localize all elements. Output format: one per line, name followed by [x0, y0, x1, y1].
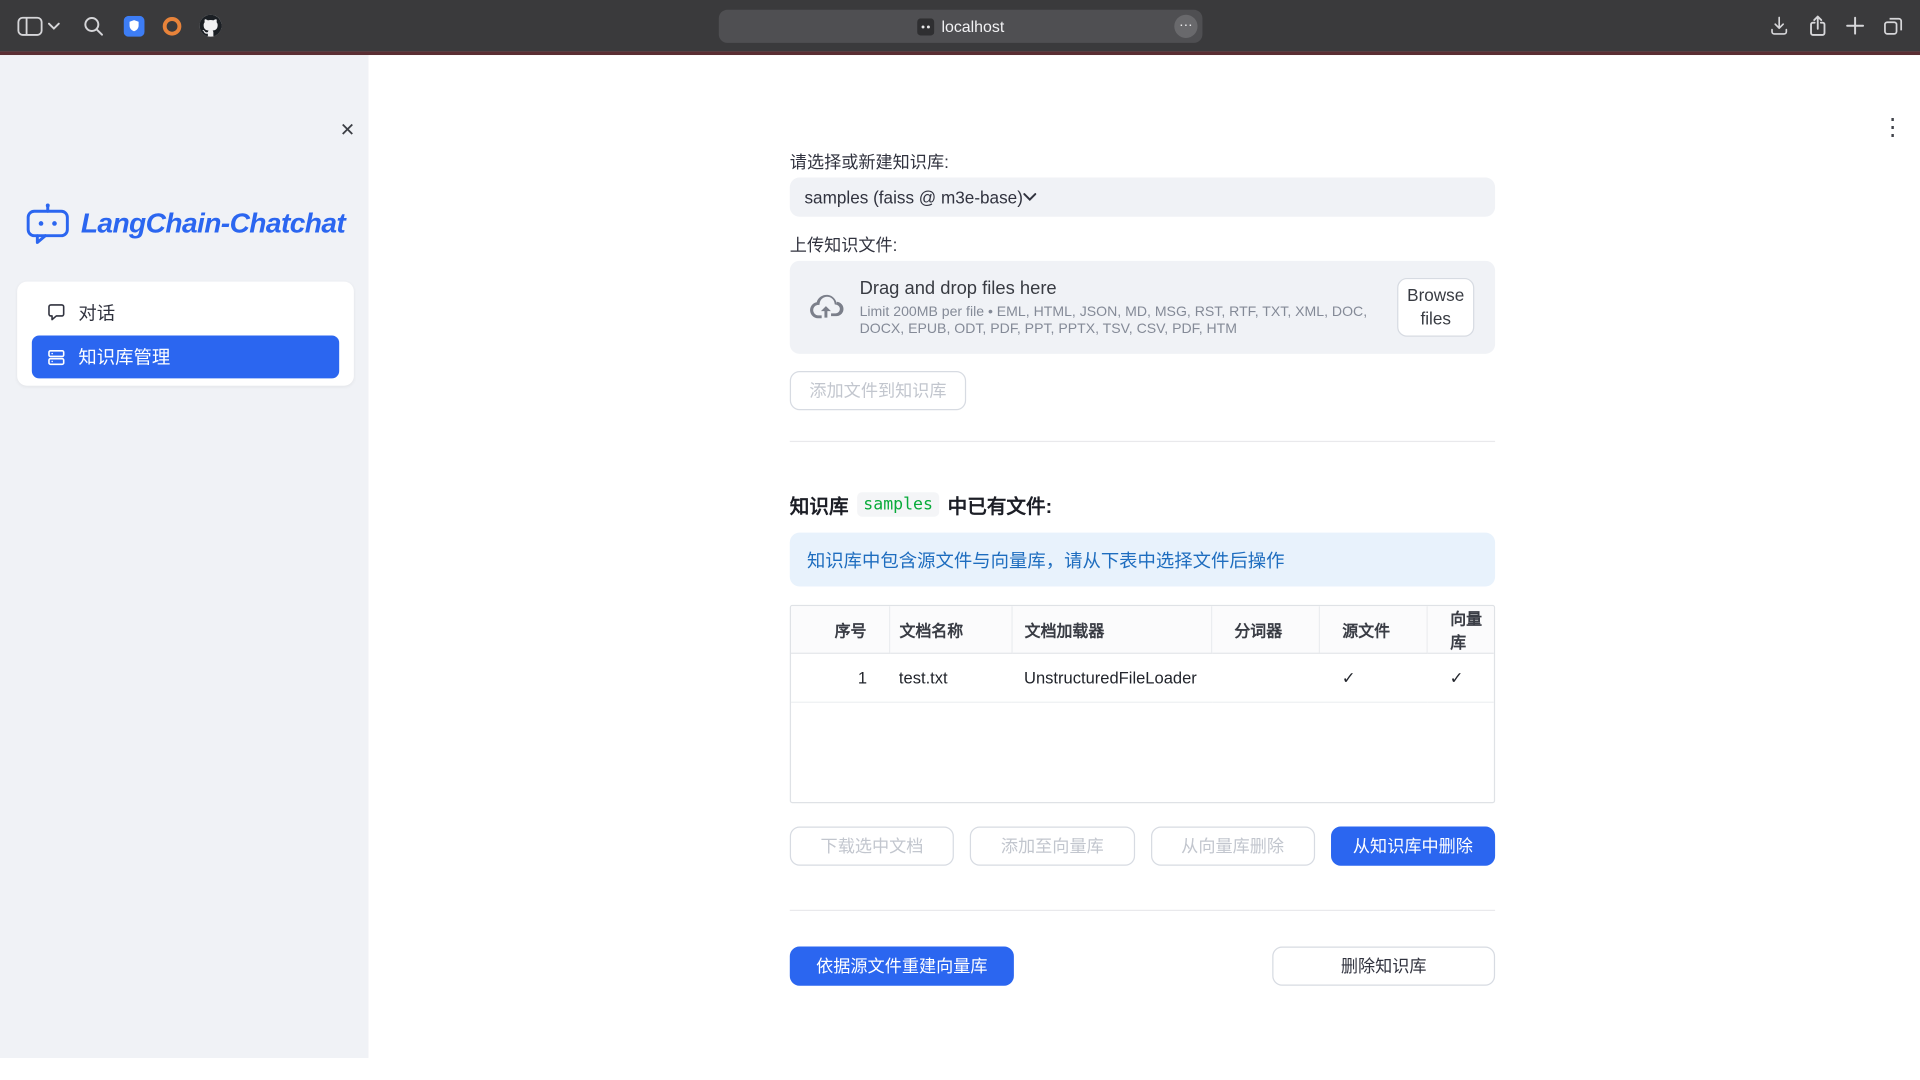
tab-overview-button[interactable]	[1882, 15, 1904, 37]
sidebar-chevron-button[interactable]	[48, 21, 60, 30]
app-logo: LangChain-Chatchat	[24, 202, 345, 245]
logo-text: LangChain-Chatchat	[81, 207, 345, 240]
cell-index[interactable]: 1	[791, 653, 889, 702]
browser-toolbar: localhost ⋯	[0, 0, 1920, 51]
upload-label: 上传知识文件:	[790, 233, 1495, 257]
table-actions: 下载选中文档 添加至向量库 从向量库删除 从知识库中删除	[790, 827, 1495, 866]
col-header-loader: 文档加载器	[1012, 606, 1212, 653]
kb-name-code: samples	[857, 492, 939, 516]
table-row[interactable]: 1 test.txt UnstructuredFileLoader ✓ ✓	[791, 653, 1494, 702]
toolbar-left-cluster	[17, 0, 221, 51]
extension-blue-icon[interactable]	[124, 15, 145, 36]
app-window: ✕ LangChain-Chatchat 对话	[0, 55, 1920, 1080]
file-dropzone[interactable]: Drag and drop files here Limit 200MB per…	[790, 261, 1495, 354]
col-header-splitter: 分词器	[1212, 606, 1320, 653]
chevron-down-icon	[48, 21, 60, 30]
address-bar-menu-button[interactable]: ⋯	[1174, 15, 1197, 38]
info-banner: 知识库中包含源文件与向量库，请从下表中选择文件后操作	[790, 533, 1495, 587]
add-to-vector-button[interactable]: 添加至向量库	[970, 827, 1134, 866]
search-button[interactable]	[83, 15, 104, 36]
kb-files-table: 序号 文档名称 文档加载器 分词器 源文件 向量库 1 test	[790, 605, 1495, 803]
tabs-icon	[1882, 15, 1904, 37]
cell-vector-check[interactable]: ✓	[1428, 653, 1494, 702]
divider	[790, 910, 1495, 911]
chat-bubble-icon	[47, 302, 67, 322]
share-icon	[1807, 14, 1828, 37]
browse-files-button[interactable]: Browse files	[1397, 278, 1474, 337]
kb-select-value: samples (faiss @ m3e-base)	[804, 187, 1022, 207]
add-files-to-kb-button[interactable]: 添加文件到知识库	[790, 371, 966, 410]
cloud-upload-icon	[808, 293, 844, 322]
delete-kb-button[interactable]: 删除知识库	[1272, 947, 1495, 986]
toolbar-right-cluster	[1768, 0, 1904, 51]
new-tab-button[interactable]	[1845, 16, 1865, 36]
extension-orange-icon[interactable]	[162, 15, 183, 36]
heading-suffix: 中已有文件:	[948, 490, 1053, 519]
cell-source-check[interactable]: ✓	[1320, 653, 1428, 702]
kb-bottom-actions: 依据源文件重建向量库 删除知识库	[790, 947, 1495, 986]
main-area: ⋮ 请选择或新建知识库: samples (faiss @ m3e-base) …	[369, 55, 1920, 1080]
address-bar[interactable]: localhost ⋯	[719, 10, 1203, 43]
site-favicon	[917, 18, 934, 35]
col-header-vector: 向量库	[1428, 606, 1494, 653]
rebuild-vector-store-button[interactable]: 依据源文件重建向量库	[790, 947, 1014, 986]
col-header-source: 源文件	[1320, 606, 1428, 653]
kb-files-heading: 知识库 samples 中已有文件:	[790, 491, 1495, 518]
col-header-doc-name: 文档名称	[889, 606, 1012, 653]
database-stack-icon	[47, 347, 67, 367]
delete-from-kb-button[interactable]: 从知识库中删除	[1331, 827, 1495, 866]
sidebar-nav: 对话 知识库管理	[17, 282, 354, 386]
table-header-row: 序号 文档名称 文档加载器 分词器 源文件 向量库	[791, 606, 1494, 653]
share-button[interactable]	[1807, 14, 1828, 37]
logo-chat-icon	[24, 202, 71, 245]
content-column: 请选择或新建知识库: samples (faiss @ m3e-base) 上传…	[790, 55, 1495, 986]
downloads-button[interactable]	[1768, 15, 1790, 37]
divider	[790, 441, 1495, 442]
col-header-index: 序号	[791, 606, 889, 653]
sidebar-item-chat[interactable]: 对话	[32, 289, 339, 336]
sidebar-item-kb-management[interactable]: 知识库管理	[32, 336, 339, 379]
screen: localhost ⋯	[0, 0, 1920, 1080]
search-icon	[83, 15, 104, 36]
remove-from-vector-button[interactable]: 从向量库删除	[1150, 827, 1314, 866]
app-menu-button[interactable]: ⋮	[1881, 114, 1904, 142]
cell-loader[interactable]: UnstructuredFileLoader	[1012, 653, 1212, 702]
chevron-down-icon	[1023, 192, 1038, 202]
download-icon	[1768, 15, 1790, 37]
sidebar-toggle-icon	[17, 15, 43, 36]
sidebar-item-label: 对话	[78, 299, 115, 325]
download-selected-button[interactable]: 下载选中文档	[790, 827, 954, 866]
dropzone-texts: Drag and drop files here Limit 200MB per…	[860, 277, 1379, 337]
github-icon[interactable]	[200, 15, 222, 37]
sidebar: ✕ LangChain-Chatchat 对话	[0, 55, 369, 1080]
sidebar-item-label: 知识库管理	[78, 344, 170, 370]
heading-prefix: 知识库	[790, 490, 849, 519]
kb-select-label: 请选择或新建知识库:	[790, 149, 1495, 173]
dropzone-limit-text: Limit 200MB per file • EML, HTML, JSON, …	[860, 303, 1379, 337]
url-text: localhost	[941, 17, 1004, 35]
dropzone-title: Drag and drop files here	[860, 277, 1379, 298]
cell-splitter[interactable]	[1212, 653, 1320, 702]
cell-doc-name[interactable]: test.txt	[889, 653, 1012, 702]
kb-select[interactable]: samples (faiss @ m3e-base)	[790, 178, 1495, 217]
sidebar-close-button[interactable]: ✕	[340, 119, 355, 141]
plus-icon	[1845, 16, 1865, 36]
sidebar-toggle-button[interactable]	[17, 15, 43, 36]
